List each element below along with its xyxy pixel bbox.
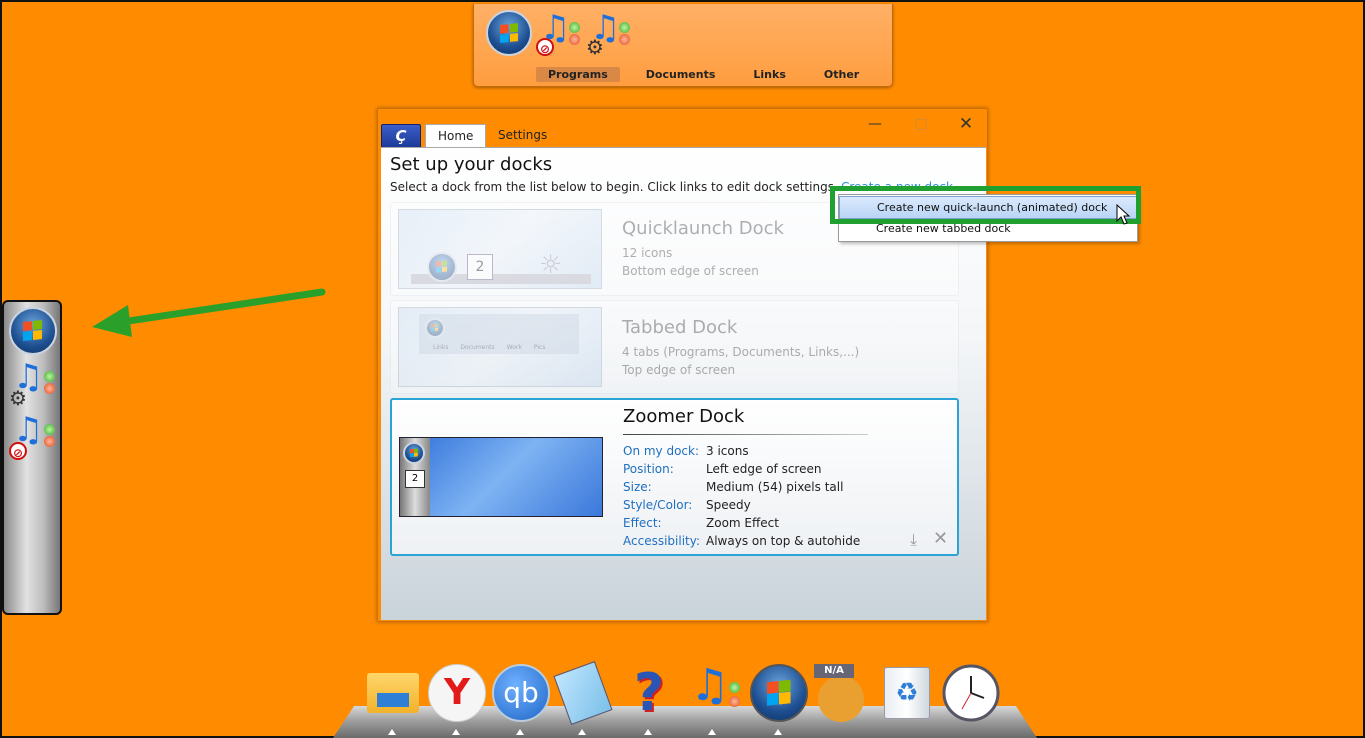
detail-value-accessibility: Always on top & autohide [706,534,861,548]
music-settings-icon[interactable]: ♫ ⚙ [586,10,632,57]
tabbed-dock-thumbnail: Links Documents Work Pics [398,307,602,387]
detail-value-icons: 3 icons [706,444,749,458]
detail-label-position[interactable]: Position: [623,462,674,476]
dock-position: Bottom edge of screen [622,264,759,278]
calendar-icon: 2 [405,470,425,488]
detail-value-position: Left edge of screen [706,462,822,476]
detail-value-size: Medium (54) pixels tall [706,480,844,494]
qbittorrent-icon[interactable]: qb [492,664,550,735]
detail-label-size[interactable]: Size: [623,480,652,494]
music-settings-icon[interactable]: ♫ ⚙ [9,359,57,408]
menu-item-create-tabbed-dock[interactable]: Create new tabbed dock [839,218,1137,239]
mouse-pointer-icon [1116,204,1131,225]
title-divider [623,434,868,435]
thumbnail-tabs: Links Documents Work Pics [433,344,546,351]
create-new-dock-link[interactable]: Create a new dock [841,180,953,194]
recycle-bin-icon[interactable]: ♻ [878,664,936,722]
dock-position: Top edge of screen [622,363,736,377]
tabbed-dock-icons: ♫ ⊘ ♫ ⚙ [486,10,632,57]
tab-programs[interactable]: Programs [536,67,620,82]
quicklaunch-dock-thumbnail: 2 ☼ [398,209,602,289]
help-icon[interactable]: ? [620,664,678,735]
yandex-browser-icon[interactable]: Y [428,664,486,735]
detail-label-accessibility[interactable]: Accessibility: [623,534,700,548]
dock-summary: 4 tabs (Programs, Documents, Links,...) [622,345,860,359]
windows-start-icon[interactable] [9,307,57,355]
export-icon[interactable]: ⤓ [910,530,917,550]
tabbed-dock: ♫ ⊘ ♫ ⚙ Programs Documents Links Other [473,4,893,87]
music-blocked-icon[interactable]: ♫ ⊘ [9,412,57,460]
tabbed-dock-card[interactable]: Links Documents Work Pics Tabbed Dock 4 … [390,300,959,394]
folder-icon[interactable] [364,664,422,735]
zoomer-dock: ♫ ⚙ ♫ ⊘ [2,300,62,615]
tabbed-dock-tabs: Programs Documents Links Other [536,67,871,82]
app-logo-icon[interactable]: Ç [381,124,421,148]
detail-label-effect[interactable]: Effect: [623,516,662,530]
create-dock-menu: Create new quick-launch (animated) dock … [838,194,1138,242]
calendar-icon: 2 [467,254,493,280]
windows-start-icon[interactable] [486,10,532,56]
page-subtitle: Select a dock from the list below to beg… [390,180,838,194]
green-arrow-annotation [92,288,326,337]
dock-settings-window: Ç Home Settings — □ ✕ Set up your docks … [377,108,988,622]
dock-summary: 12 icons [622,246,673,260]
dock-name: Quicklaunch Dock [622,218,784,239]
windows-start-icon [427,252,457,282]
maximize-button[interactable]: □ [906,113,936,135]
delete-icon[interactable]: ✕ [933,528,948,549]
title-bar: Ç Home Settings — □ ✕ [378,109,987,148]
zoomer-dock-card[interactable]: 2 Zoomer Dock On my dock: 3 icons Positi… [390,398,959,556]
minimize-button[interactable]: — [860,113,890,135]
tab-other[interactable]: Other [812,67,871,82]
windows-start-icon [403,442,425,464]
tab-home[interactable]: Home [425,124,487,147]
music-app-icon[interactable]: ♫ [684,664,742,735]
dock-name: Zoomer Dock [623,406,745,427]
menu-item-create-quicklaunch-dock[interactable]: Create new quick-launch (animated) dock [839,196,1137,219]
close-button[interactable]: ✕ [951,113,981,135]
detail-label-style[interactable]: Style/Color: [623,498,692,512]
weather-icon: ☼ [539,250,563,280]
detail-value-style: Speedy [706,498,751,512]
notepad-icon[interactable] [553,661,613,735]
na-placeholder-icon[interactable]: N/A [812,664,870,722]
windows-start-icon [425,318,445,338]
windows-start-icon[interactable] [750,664,808,735]
detail-label-icons[interactable]: On my dock: [623,444,699,458]
tab-links[interactable]: Links [741,67,797,82]
tab-documents[interactable]: Documents [634,67,728,82]
tab-settings[interactable]: Settings [486,124,559,147]
zoomer-dock-thumbnail: 2 [399,437,603,517]
music-blocked-icon[interactable]: ♫ ⊘ [536,10,582,56]
dock-name: Tabbed Dock [622,317,738,338]
page-title: Set up your docks [390,154,553,175]
detail-value-effect: Zoom Effect [706,516,779,530]
clock-icon[interactable] [942,664,1000,722]
